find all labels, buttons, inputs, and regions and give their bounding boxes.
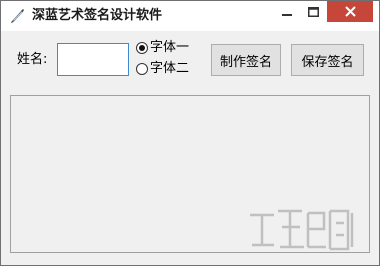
watermark-logo — [250, 209, 354, 251]
radio-font-two-label: 字体二 — [150, 61, 190, 76]
window-title: 深蓝艺术签名设计软件 — [32, 8, 163, 23]
app-window: 深蓝艺术签名设计软件 姓名: 字体一 字体二 制作签名 保存签名 — [0, 0, 380, 266]
name-label: 姓名: — [17, 52, 48, 67]
maximize-button[interactable] — [300, 1, 327, 22]
close-icon — [344, 6, 356, 17]
minimize-button[interactable] — [273, 1, 300, 22]
pen-icon — [9, 8, 25, 24]
title-bar[interactable]: 深蓝艺术签名设计软件 — [1, 1, 379, 31]
radio-unchecked-icon — [136, 63, 148, 75]
radio-font-one[interactable]: 字体一 — [136, 39, 189, 57]
radio-font-one-label: 字体一 — [150, 40, 190, 55]
minimize-icon — [281, 13, 292, 16]
close-button[interactable] — [327, 1, 373, 22]
make-signature-button[interactable]: 制作签名 — [211, 44, 281, 76]
radio-font-two[interactable]: 字体二 — [136, 60, 189, 78]
save-signature-button[interactable]: 保存签名 — [291, 44, 364, 76]
maximize-icon — [308, 6, 319, 17]
name-input[interactable] — [57, 43, 129, 76]
radio-checked-icon — [136, 42, 148, 54]
